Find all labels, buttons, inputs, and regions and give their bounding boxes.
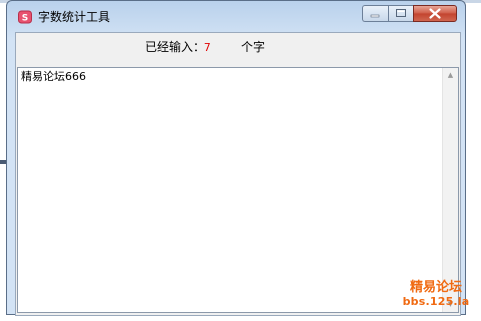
editor-text[interactable]: 精易论坛666	[21, 70, 86, 84]
minimize-button[interactable]	[362, 5, 388, 22]
count-value: 7	[204, 41, 211, 54]
client-area: 已经输入： 7 个字 精易论坛666 ▲ ▼	[15, 32, 461, 316]
watermark: 精易论坛 bbs.125.la	[395, 280, 477, 308]
scroll-up-icon[interactable]: ▲	[445, 70, 456, 81]
watermark-url: bbs.125.la	[402, 295, 470, 308]
app-icon: S	[18, 10, 32, 24]
caption-buttons	[362, 5, 457, 23]
text-editor[interactable]: 精易论坛666 ▲ ▼	[17, 67, 459, 313]
minimize-icon	[370, 14, 380, 18]
svg-text:S: S	[22, 14, 28, 24]
maximize-icon	[396, 9, 406, 17]
vertical-scrollbar[interactable]: ▲ ▼	[442, 68, 458, 312]
app-window: S 字数统计工具 已经输入： 7 个字 精易论坛666 ▲ ▼	[6, 0, 466, 316]
maximize-button[interactable]	[388, 5, 413, 22]
count-unit: 个字	[241, 40, 266, 54]
close-button[interactable]	[413, 5, 457, 22]
close-icon	[429, 8, 441, 19]
title-bar[interactable]: S 字数统计工具	[7, 1, 465, 31]
count-label: 已经输入：	[145, 40, 206, 54]
watermark-title: 精易论坛	[409, 280, 462, 295]
window-title: 字数统计工具	[38, 10, 111, 24]
